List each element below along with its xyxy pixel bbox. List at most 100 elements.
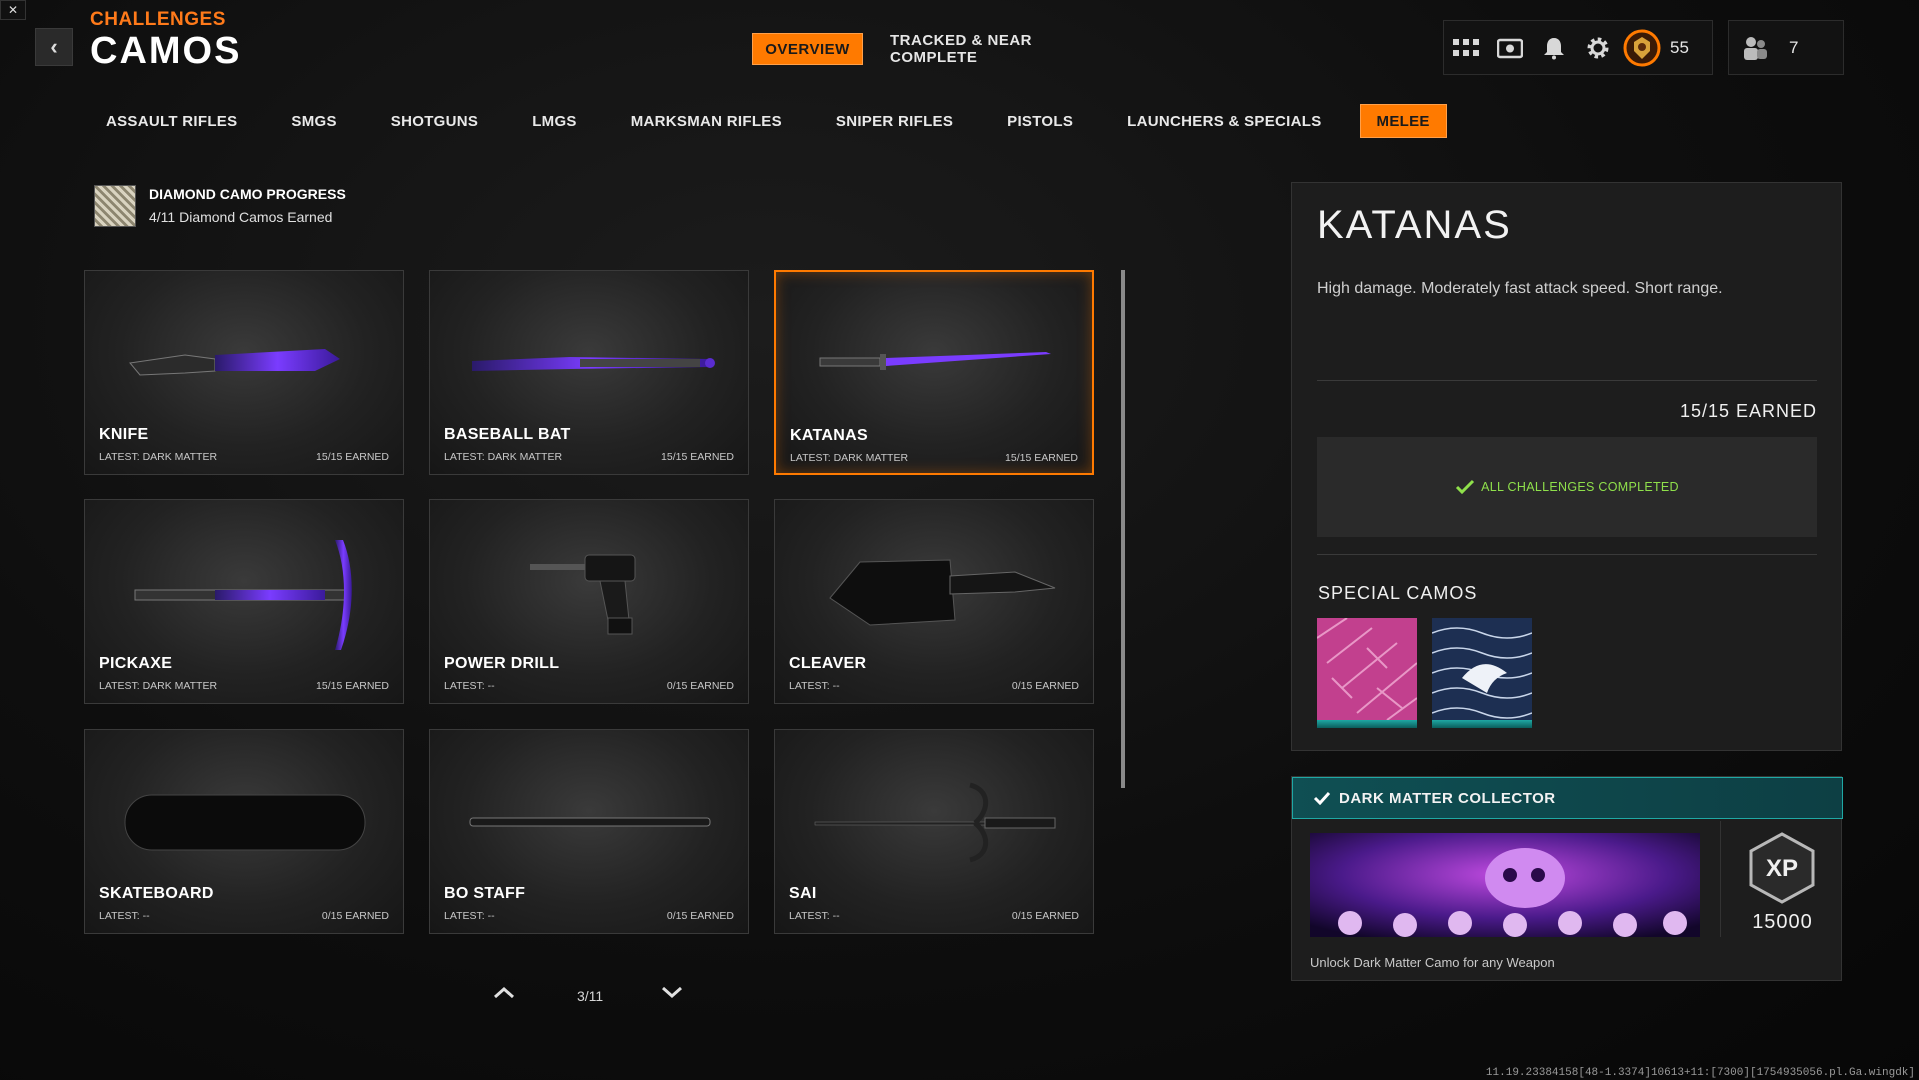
weapon-latest: LATEST: DARK MATTER [444,451,563,463]
detail-description: High damage. Moderately fast attack spee… [1317,280,1723,297]
weapon-card-knife[interactable]: KNIFE LATEST: DARK MATTER 15/15 EARNED [84,270,404,475]
sai-image [814,782,1056,863]
weapon-name: KNIFE [99,426,149,443]
weapon-earned: 15/15 EARNED [661,451,734,463]
divider [1317,380,1817,381]
special-camo-swatch[interactable] [1316,617,1418,728]
special-camo-swatch[interactable] [1431,618,1533,728]
weapon-card-katanas[interactable]: KATANAS LATEST: DARK MATTER 15/15 EARNED [774,270,1094,475]
reward-title: DARK MATTER COLLECTOR [1339,789,1556,807]
build-info: 11.19.23384158[48-1.3374]10613+11:[7300]… [1485,1067,1915,1079]
weapon-latest: LATEST: DARK MATTER [99,451,218,463]
detail-earned: 15/15 EARNED [1679,401,1817,421]
weapon-earned: 0/15 EARNED [1011,680,1079,692]
hud-toolbar: 55 [1443,20,1713,75]
category-tab[interactable]: MARKSMAN RIFLES [615,104,798,138]
diamond-progress-title: DIAMOND CAMO PROGRESS [149,186,346,202]
weapon-earned: 0/15 EARNED [1011,910,1079,922]
skateboard-image [124,794,366,851]
weapon-latest: LATEST: -- [444,680,495,692]
weapon-earned: 0/15 EARNED [666,680,734,692]
weapon-card-baseball-bat[interactable]: BASEBALL BAT LATEST: DARK MATTER 15/15 E… [429,270,749,475]
weapon-earned: 0/15 EARNED [666,910,734,922]
category-tab[interactable]: SMGS [275,104,352,138]
baseball-bat-image [472,357,715,371]
category-tab[interactable]: PISTOLS [991,104,1089,138]
chevron-down-icon [662,986,682,999]
party-icon [1733,26,1777,70]
weapon-card-bo-staff[interactable]: BO STAFF LATEST: -- 0/15 EARNED [429,729,749,934]
weapon-latest: LATEST: -- [99,910,150,922]
weapon-name: BO STAFF [444,885,526,902]
xp-icon: XP [1749,832,1815,904]
reward-description: Unlock Dark Matter Camo for any Weapon [1310,955,1555,970]
weapon-name: KATANAS [790,427,868,444]
status-text: ALL CHALLENGES COMPLETED [1481,480,1679,494]
katanas-image [819,352,1051,370]
checkmark-icon [1456,479,1475,495]
camera-icon[interactable] [1488,26,1532,70]
category-tab-melee[interactable]: MELEE [1359,104,1447,138]
svg-text:XP: XP [1766,855,1798,882]
weapon-latest: LATEST: -- [789,680,840,692]
category-tab[interactable]: LMGS [516,104,593,138]
weapon-card-power-drill[interactable]: POWER DRILL LATEST: -- 0/15 EARNED [429,499,749,704]
dark-matter-reward-image [1310,833,1700,937]
pickaxe-image [134,540,352,650]
weapon-grid: KNIFE LATEST: DARK MATTER 15/15 EARNED B… [84,270,1094,934]
weapon-latest: LATEST: DARK MATTER [790,452,909,464]
bell-icon[interactable] [1532,26,1576,70]
weapon-earned: 15/15 EARNED [316,680,389,692]
party-box[interactable]: 7 [1728,20,1844,75]
page-indicator: 3/11 [577,988,604,1004]
weapon-name: BASEBALL BAT [444,426,571,443]
section-label: CHALLENGES [90,9,226,30]
weapon-card-pickaxe[interactable]: PICKAXE LATEST: DARK MATTER 15/15 EARNED [84,499,404,704]
bo-staff-image [469,817,711,827]
weapon-latest: LATEST: DARK MATTER [99,680,218,692]
category-tab[interactable]: SNIPER RIFLES [820,104,969,138]
category-tabs: ASSAULT RIFLES SMGS SHOTGUNS LMGS MARKSM… [90,104,1447,138]
page-down-button[interactable] [660,985,684,1002]
back-button[interactable]: ‹ [35,28,73,66]
category-tab[interactable]: LAUNCHERS & SPECIALS [1111,104,1337,138]
xp-amount: 15000 [1752,911,1813,933]
weapon-name: PICKAXE [99,655,173,672]
grid-scrollbar[interactable] [1121,270,1125,788]
special-camos-title: SPECIAL CAMOS [1318,583,1478,603]
mute-icon[interactable]: ✕ [0,0,26,20]
tab-tracked-near-complete[interactable]: TRACKED & NEAR COMPLETE [890,32,1085,66]
weapon-detail-panel: KATANAS High damage. Moderately fast att… [1291,182,1842,751]
power-drill-image [530,554,636,635]
xp-reward: XP 15000 [1720,821,1843,937]
diamond-progress-subtitle: 4/11 Diamond Camos Earned [149,209,333,225]
detail-title: KATANAS [1317,203,1512,247]
category-tab[interactable]: ASSAULT RIFLES [90,104,253,138]
weapon-card-cleaver[interactable]: CLEAVER LATEST: -- 0/15 EARNED [774,499,1094,704]
reward-header: DARK MATTER COLLECTOR [1292,777,1843,819]
knife-image [129,349,340,376]
chevron-up-icon [494,986,514,999]
page-up-button[interactable] [492,985,516,1002]
weapon-name: CLEAVER [789,655,867,672]
weapon-earned: 0/15 EARNED [321,910,389,922]
gear-icon[interactable] [1576,26,1620,70]
tab-overview[interactable]: OVERVIEW [752,33,863,65]
weapon-latest: LATEST: -- [789,910,840,922]
grid-icon[interactable] [1444,26,1488,70]
party-count: 7 [1789,37,1799,57]
cleaver-image [829,559,1056,626]
player-level: 55 [1670,37,1689,57]
page-title: CAMOS [90,30,242,72]
weapon-earned: 15/15 EARNED [1005,452,1078,464]
weapon-earned: 15/15 EARNED [316,451,389,463]
rank-emblem-icon[interactable] [1620,26,1664,70]
category-tab[interactable]: SHOTGUNS [375,104,494,138]
weapon-card-skateboard[interactable]: SKATEBOARD LATEST: -- 0/15 EARNED [84,729,404,934]
weapon-name: SAI [789,885,817,902]
weapon-latest: LATEST: -- [444,910,495,922]
reward-panel: DARK MATTER COLLECTOR XP 15000 Unlock Da… [1291,776,1843,981]
weapon-card-sai[interactable]: SAI LATEST: -- 0/15 EARNED [774,729,1094,934]
weapon-name: SKATEBOARD [99,885,214,902]
weapon-name: POWER DRILL [444,655,560,672]
